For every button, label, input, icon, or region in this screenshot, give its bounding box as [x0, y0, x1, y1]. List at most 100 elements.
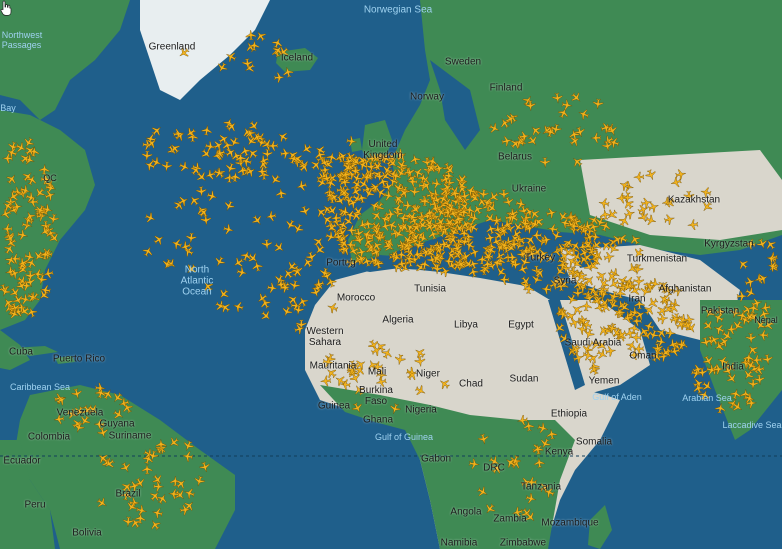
- airplane-icon[interactable]: [291, 221, 306, 237]
- airplane-icon[interactable]: [729, 387, 743, 401]
- airplane-icon[interactable]: [644, 168, 658, 182]
- airplane-icon[interactable]: [288, 279, 301, 292]
- airplane-icon[interactable]: [96, 426, 110, 440]
- airplane-icon[interactable]: [699, 186, 713, 199]
- airplane-icon[interactable]: [47, 213, 60, 226]
- airplane-icon[interactable]: [603, 250, 616, 264]
- airplane-icon[interactable]: [552, 320, 567, 336]
- airplane-icon[interactable]: [545, 206, 559, 220]
- airplane-icon[interactable]: [551, 92, 564, 104]
- airplane-icon[interactable]: [514, 197, 528, 211]
- airplane-icon[interactable]: [245, 29, 257, 41]
- airplane-icon[interactable]: [261, 238, 273, 251]
- airplane-icon[interactable]: [267, 172, 283, 188]
- airplane-icon[interactable]: [143, 211, 158, 225]
- airplane-icon[interactable]: [592, 98, 604, 110]
- airplane-icon[interactable]: [270, 36, 285, 50]
- airplane-icon[interactable]: [192, 474, 206, 488]
- airplane-icon[interactable]: [258, 308, 274, 324]
- airplane-icon[interactable]: [475, 484, 490, 500]
- airplane-icon[interactable]: [345, 135, 358, 148]
- airplane-icon[interactable]: [664, 327, 676, 339]
- airplane-icon[interactable]: [714, 402, 727, 415]
- airplane-icon[interactable]: [367, 199, 382, 213]
- flight-tracker-map[interactable]: Northwest Passages Greenland Iceland Norw…: [0, 0, 782, 549]
- airplane-icon[interactable]: [590, 132, 602, 144]
- airplane-icon[interactable]: [141, 463, 153, 475]
- airplane-icon[interactable]: [161, 160, 173, 173]
- airplane-icon[interactable]: [258, 296, 273, 311]
- airplane-icon[interactable]: [272, 240, 287, 256]
- airplane-icon[interactable]: [631, 245, 646, 261]
- airplane-icon[interactable]: [151, 232, 167, 247]
- airplane-icon[interactable]: [168, 488, 180, 500]
- airplane-icon[interactable]: [250, 213, 265, 228]
- airplane-icon[interactable]: [468, 458, 481, 470]
- airplane-icon[interactable]: [735, 256, 751, 272]
- airplane-icon[interactable]: [176, 45, 192, 61]
- airplane-icon[interactable]: [223, 49, 239, 64]
- airplane-icon[interactable]: [393, 353, 407, 366]
- airplane-icon[interactable]: [436, 376, 452, 392]
- airplane-icon[interactable]: [627, 232, 643, 247]
- airplane-icon[interactable]: [757, 329, 769, 341]
- airplane-icon[interactable]: [25, 290, 40, 305]
- airplane-icon[interactable]: [325, 203, 340, 219]
- airplane-icon[interactable]: [94, 495, 110, 511]
- airplane-icon[interactable]: [248, 39, 260, 52]
- airplane-icon[interactable]: [747, 378, 759, 390]
- airplane-icon[interactable]: [470, 202, 485, 217]
- airplane-icon[interactable]: [54, 392, 69, 407]
- airplane-icon[interactable]: [181, 439, 196, 453]
- airplane-icon[interactable]: [561, 99, 574, 112]
- airplane-icon[interactable]: [482, 501, 498, 517]
- airplane-icon[interactable]: [516, 414, 529, 427]
- airplane-icon[interactable]: [53, 413, 65, 426]
- airplane-icon[interactable]: [350, 400, 365, 416]
- airplane-icon[interactable]: [604, 345, 617, 358]
- airplane-icon[interactable]: [27, 196, 39, 208]
- airplane-icon[interactable]: [266, 282, 279, 294]
- airplane-icon[interactable]: [70, 387, 84, 401]
- airplane-icon[interactable]: [388, 402, 402, 416]
- airplane-icon[interactable]: [245, 250, 261, 266]
- airplane-icon[interactable]: [468, 245, 482, 260]
- airplane-icon[interactable]: [39, 284, 52, 297]
- airplane-icon[interactable]: [325, 300, 340, 315]
- airplane-icon[interactable]: [214, 60, 230, 75]
- airplane-icon[interactable]: [595, 347, 610, 362]
- airplane-icon[interactable]: [763, 237, 778, 252]
- airplane-icon[interactable]: [135, 504, 149, 517]
- airplane-icon[interactable]: [185, 232, 197, 244]
- airplane-icon[interactable]: [200, 124, 213, 137]
- airplane-icon[interactable]: [565, 292, 579, 307]
- airplane-icon[interactable]: [32, 185, 48, 201]
- airplane-icon[interactable]: [16, 228, 29, 242]
- airplane-icon[interactable]: [141, 150, 153, 162]
- airplane-icon[interactable]: [322, 356, 335, 369]
- airplane-icon[interactable]: [672, 284, 685, 297]
- airplane-icon[interactable]: [374, 375, 388, 389]
- airplane-icon[interactable]: [250, 259, 264, 273]
- airplane-icon[interactable]: [755, 237, 769, 251]
- airplane-icon[interactable]: [41, 267, 55, 280]
- airplane-icon[interactable]: [183, 261, 199, 277]
- airplane-icon[interactable]: [759, 301, 772, 314]
- airplane-icon[interactable]: [402, 199, 414, 212]
- airplane-icon[interactable]: [279, 147, 292, 160]
- airplane-icon[interactable]: [212, 166, 226, 180]
- airplane-icon[interactable]: [351, 382, 367, 398]
- airplane-icon[interactable]: [222, 199, 237, 213]
- airplane-icon[interactable]: [743, 275, 757, 289]
- airplane-icon[interactable]: [311, 234, 327, 249]
- airplane-icon[interactable]: [413, 383, 428, 398]
- airplane-icon[interactable]: [229, 171, 241, 183]
- airplane-icon[interactable]: [702, 306, 717, 321]
- airplane-icon[interactable]: [636, 202, 651, 217]
- airplane-icon[interactable]: [701, 318, 716, 334]
- airplane-icon[interactable]: [745, 332, 757, 344]
- airplane-icon[interactable]: [205, 189, 219, 203]
- airplane-icon[interactable]: [557, 331, 572, 346]
- airplane-icon[interactable]: [227, 135, 242, 150]
- airplane-icon[interactable]: [275, 187, 287, 200]
